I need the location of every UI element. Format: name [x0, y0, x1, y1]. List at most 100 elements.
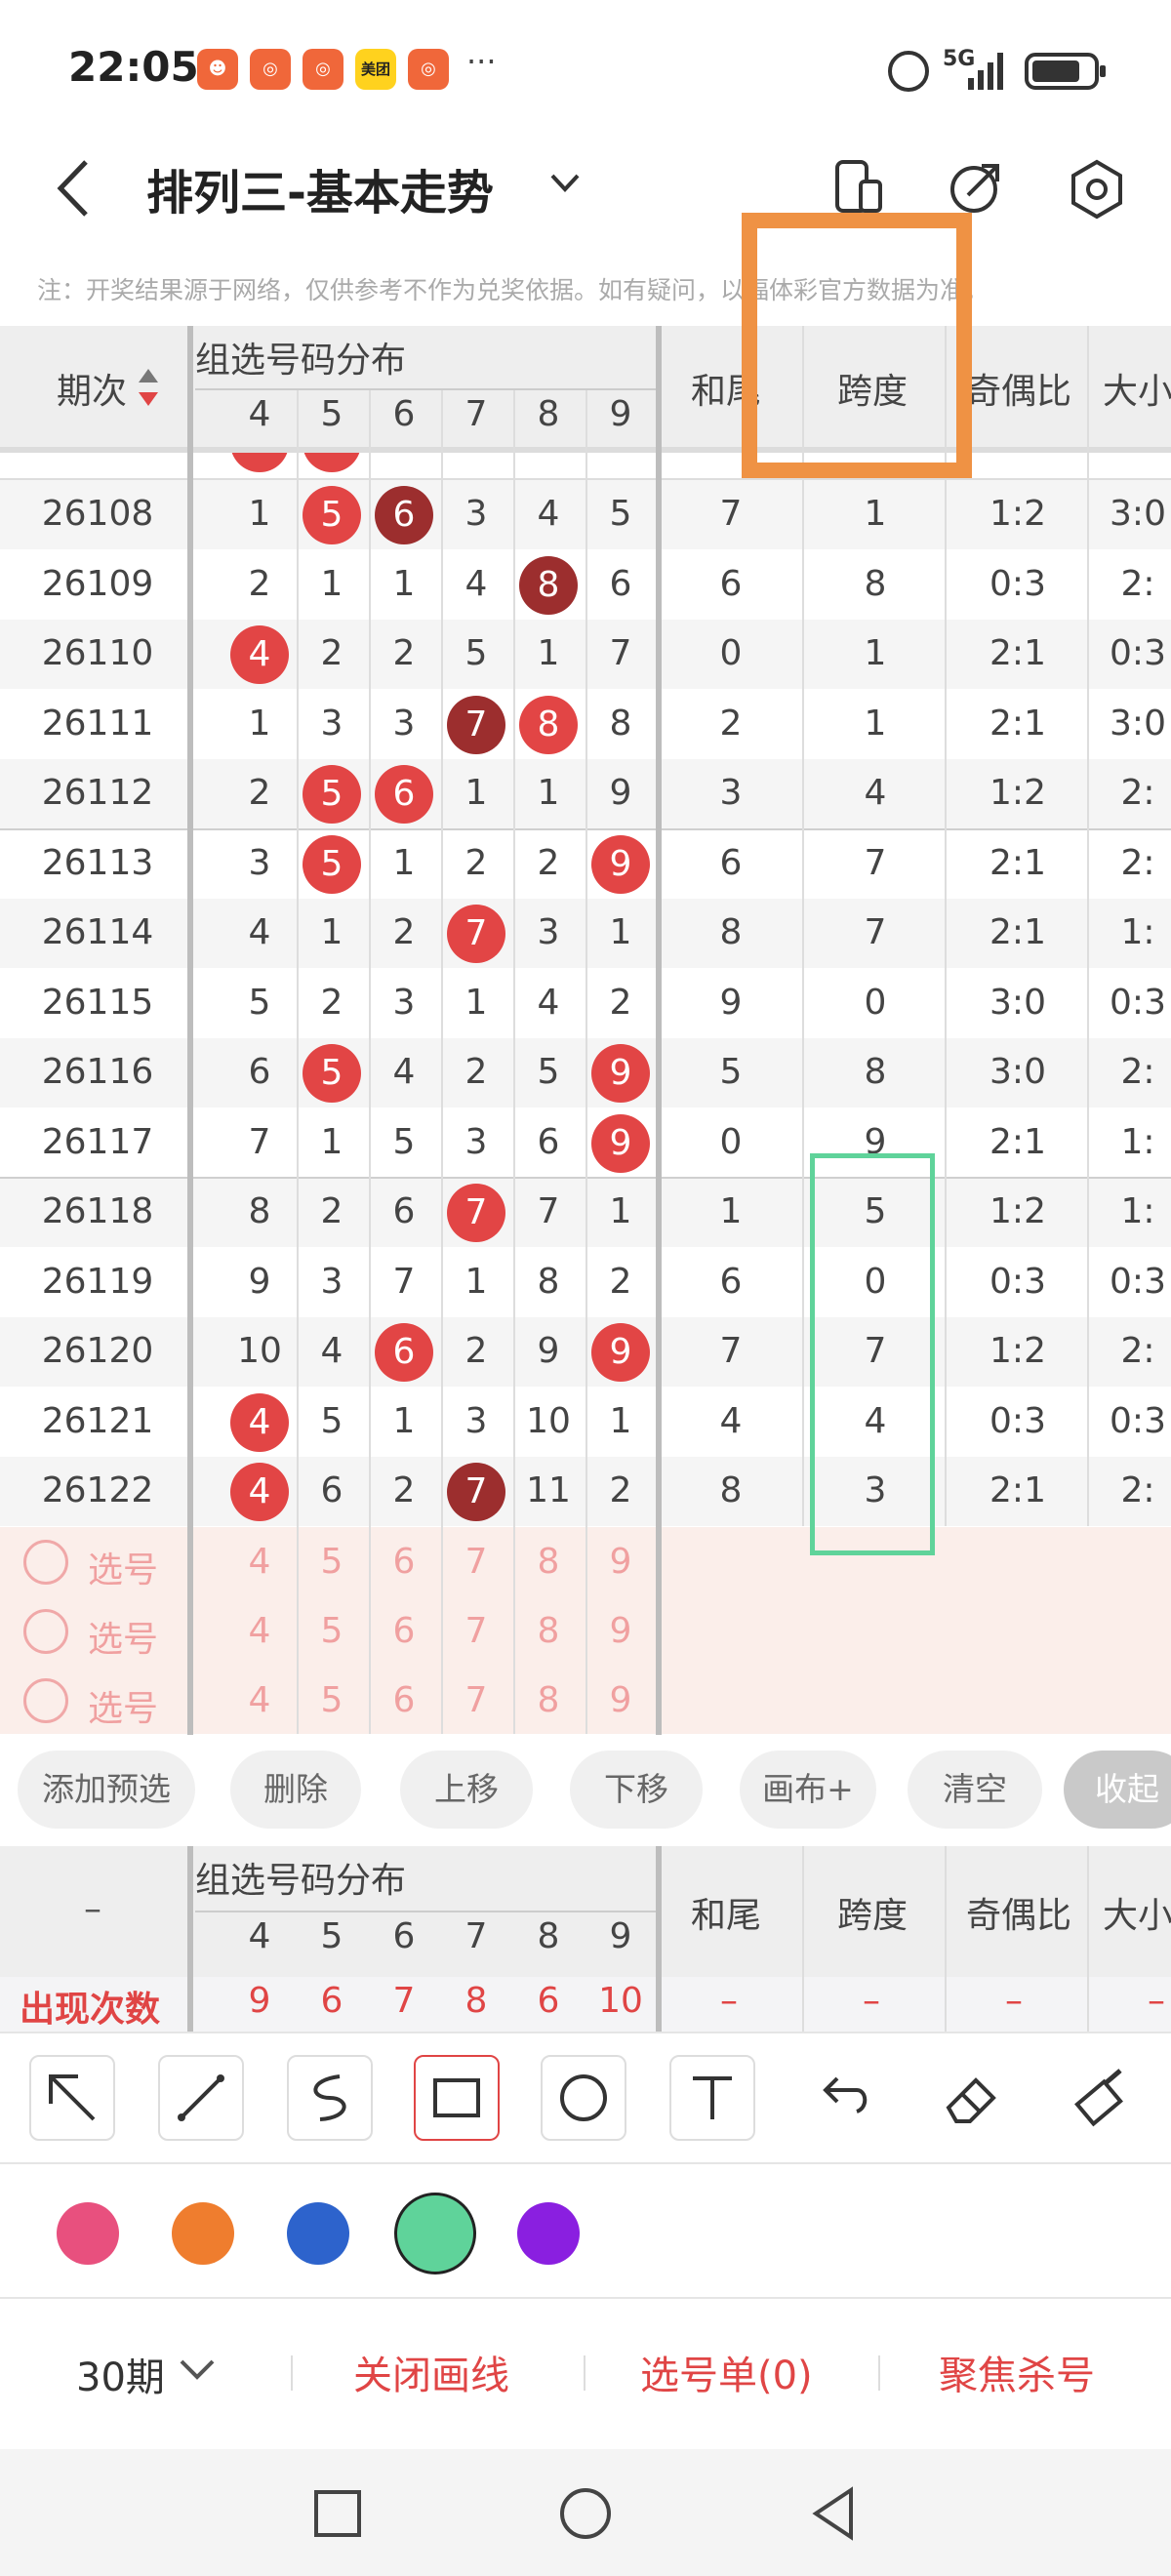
canvas-add-button[interactable]: 画布+ [740, 1751, 876, 1829]
move-up-button[interactable]: 上移 [400, 1751, 533, 1829]
back-nav-icon[interactable] [806, 2484, 861, 2543]
select-digit-6[interactable]: 6 [369, 1680, 439, 1720]
digit-cell: 2 [464, 1052, 488, 1092]
select-digit-9[interactable]: 9 [586, 1680, 656, 1720]
select-label[interactable]: 选号 [88, 1680, 158, 1731]
close-draw-link[interactable]: 关闭画线 [353, 2344, 509, 2400]
digit-header-6: 6 [392, 1916, 416, 1956]
select-digit-7[interactable]: 7 [441, 1542, 511, 1582]
digit-cell: 2 [609, 982, 632, 1023]
text-tool[interactable] [669, 2055, 755, 2141]
digit-cell: 1 [537, 633, 560, 673]
brush-clear-icon[interactable] [1064, 2061, 1136, 2133]
select-digit-6[interactable]: 6 [369, 1542, 439, 1582]
select-digit-9[interactable]: 9 [586, 1611, 656, 1651]
recent-apps-icon[interactable] [310, 2486, 365, 2541]
hit-ball: 6 [375, 486, 433, 544]
digit-cell: 2 [609, 1261, 632, 1302]
color-swatch[interactable] [57, 2202, 119, 2265]
daxiao-header[interactable]: 大小 [1103, 363, 1171, 414]
color-swatch[interactable] [172, 2202, 234, 2265]
line-tool[interactable] [158, 2055, 244, 2141]
select-digit-8[interactable]: 8 [513, 1611, 584, 1651]
arrow-icon [49, 2074, 96, 2121]
select-radio[interactable] [23, 1540, 68, 1585]
collapse-button[interactable]: 收起 [1064, 1751, 1171, 1829]
select-digit-4[interactable]: 4 [224, 1680, 295, 1720]
phone-icon[interactable] [831, 158, 886, 217]
select-digit-5[interactable]: 5 [297, 1542, 367, 1582]
signal-icon [968, 53, 1003, 90]
back-icon[interactable] [49, 156, 98, 221]
jiou-cell: 2:1 [989, 842, 1046, 883]
select-digit-9[interactable]: 9 [586, 1542, 656, 1582]
select-digit-5[interactable]: 5 [297, 1611, 367, 1651]
color-swatch[interactable] [287, 2202, 349, 2265]
clear-button[interactable]: 清空 [908, 1751, 1042, 1829]
color-swatch[interactable] [517, 2202, 580, 2265]
select-digit-5[interactable]: 5 [297, 1680, 367, 1720]
hit-ball: 9 [591, 1323, 650, 1382]
separator [584, 2355, 586, 2391]
period-selector[interactable]: 30期 [76, 2346, 165, 2402]
digit-header-4: 4 [248, 394, 271, 434]
select-digit-4[interactable]: 4 [224, 1611, 295, 1651]
rectangle-tool[interactable] [414, 2055, 500, 2141]
kuadu-cell: 1 [864, 703, 887, 744]
digit-column-divider [513, 390, 515, 1734]
select-radio[interactable] [23, 1678, 68, 1723]
add-preselect-button[interactable]: 添加预选 [18, 1751, 195, 1829]
hit-ball: 4 [230, 625, 289, 684]
count-hewei: – [720, 1981, 738, 2021]
hit-ball: 9 [591, 1044, 650, 1103]
app-icon: ◎ [408, 49, 449, 90]
undo-icon[interactable] [806, 2065, 874, 2133]
select-digit-7[interactable]: 7 [441, 1680, 511, 1720]
circle-tool[interactable] [541, 2055, 626, 2141]
jiou-cell: 0:3 [989, 1261, 1046, 1302]
period-cell: 26114 [41, 912, 154, 952]
count-daxiao: – [1148, 1981, 1165, 2021]
jiou-header[interactable]: 奇偶比 [966, 363, 1071, 414]
period-header[interactable]: 期次 [57, 363, 127, 414]
settings-icon[interactable] [1066, 158, 1128, 221]
select-digit-4[interactable]: 4 [224, 1542, 295, 1582]
freehand-tool[interactable] [287, 2055, 373, 2141]
select-digit-8[interactable]: 8 [513, 1680, 584, 1720]
kuadu-cell: 7 [864, 842, 887, 883]
column-divider [187, 1846, 193, 2032]
arrow-tool[interactable] [29, 2055, 115, 2141]
select-digit-8[interactable]: 8 [513, 1542, 584, 1582]
select-digit-7[interactable]: 7 [441, 1611, 511, 1651]
chevron-down-icon[interactable] [548, 172, 582, 195]
green-highlight-box [810, 1153, 935, 1555]
toolbar-divider [0, 2032, 1171, 2033]
app-icon: ◎ [303, 49, 343, 90]
home-icon[interactable] [556, 2484, 615, 2543]
alarm-icon [888, 51, 929, 92]
eraser-icon[interactable] [935, 2061, 1007, 2133]
hit-ball: 6 [375, 765, 433, 824]
hewei-cell: 5 [719, 1052, 743, 1092]
chevron-down-icon[interactable] [178, 2355, 217, 2385]
select-label[interactable]: 选号 [88, 1611, 158, 1662]
select-label[interactable]: 选号 [88, 1542, 158, 1592]
summary-dash: – [84, 1889, 101, 1929]
share-icon[interactable] [947, 158, 1005, 217]
color-swatch[interactable] [394, 2193, 476, 2274]
digit-cell: 10 [526, 1400, 571, 1441]
select-radio[interactable] [23, 1609, 68, 1654]
pick-list-link[interactable]: 选号单(0) [640, 2344, 813, 2400]
digit-cell: 1 [609, 912, 632, 952]
sort-icon[interactable] [137, 367, 160, 408]
more-notifications: ··· [466, 43, 497, 80]
move-down-button[interactable]: 下移 [570, 1751, 703, 1829]
column-divider [656, 1846, 662, 2032]
hit-ball: 7 [447, 1463, 505, 1521]
page-title[interactable]: 排列三-基本走势 [146, 154, 494, 222]
select-digit-6[interactable]: 6 [369, 1611, 439, 1651]
hit-ball: 4 [230, 1463, 289, 1521]
focus-kill-link[interactable]: 聚焦杀号 [939, 2344, 1095, 2400]
digit-cell: 3 [392, 703, 416, 744]
delete-button[interactable]: 删除 [230, 1751, 361, 1829]
